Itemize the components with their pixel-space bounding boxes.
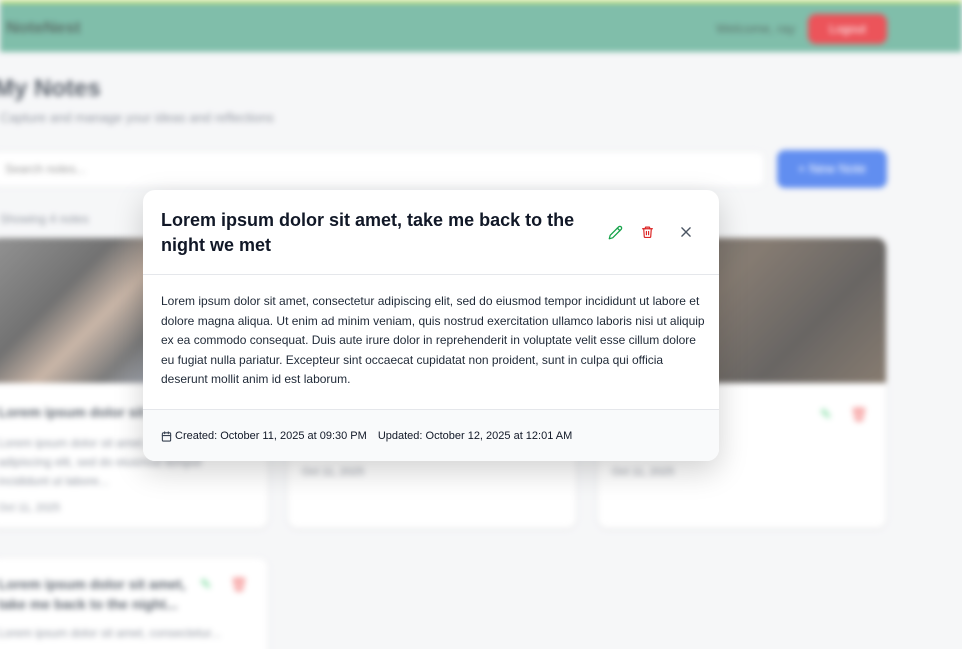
edit-note-button[interactable] (603, 220, 627, 244)
modal-footer: Created: October 11, 2025 at 09:30 PM Up… (143, 409, 719, 461)
calendar-icon (161, 430, 172, 442)
trash-icon (641, 226, 653, 239)
close-modal-button[interactable] (674, 220, 698, 244)
pencil-icon (608, 225, 622, 239)
modal-header: Lorem ipsum dolor sit amet, take me back… (143, 190, 719, 275)
updated-date: Updated: October 12, 2025 at 12:01 AM (377, 430, 573, 442)
close-icon (681, 227, 691, 237)
delete-note-button[interactable] (635, 220, 659, 244)
modal-title: Lorem ipsum dolor sit amet, take me back… (161, 210, 575, 255)
modal-body-text: Lorem ipsum dolor sit amet, consectetur … (161, 294, 705, 386)
created-date: Created: October 11, 2025 at 09:30 PM (175, 430, 367, 442)
note-timestamps: Created: October 11, 2025 at 09:30 PM Up… (161, 430, 572, 442)
note-detail-modal: Lorem ipsum dolor sit amet, take me back… (143, 190, 719, 461)
